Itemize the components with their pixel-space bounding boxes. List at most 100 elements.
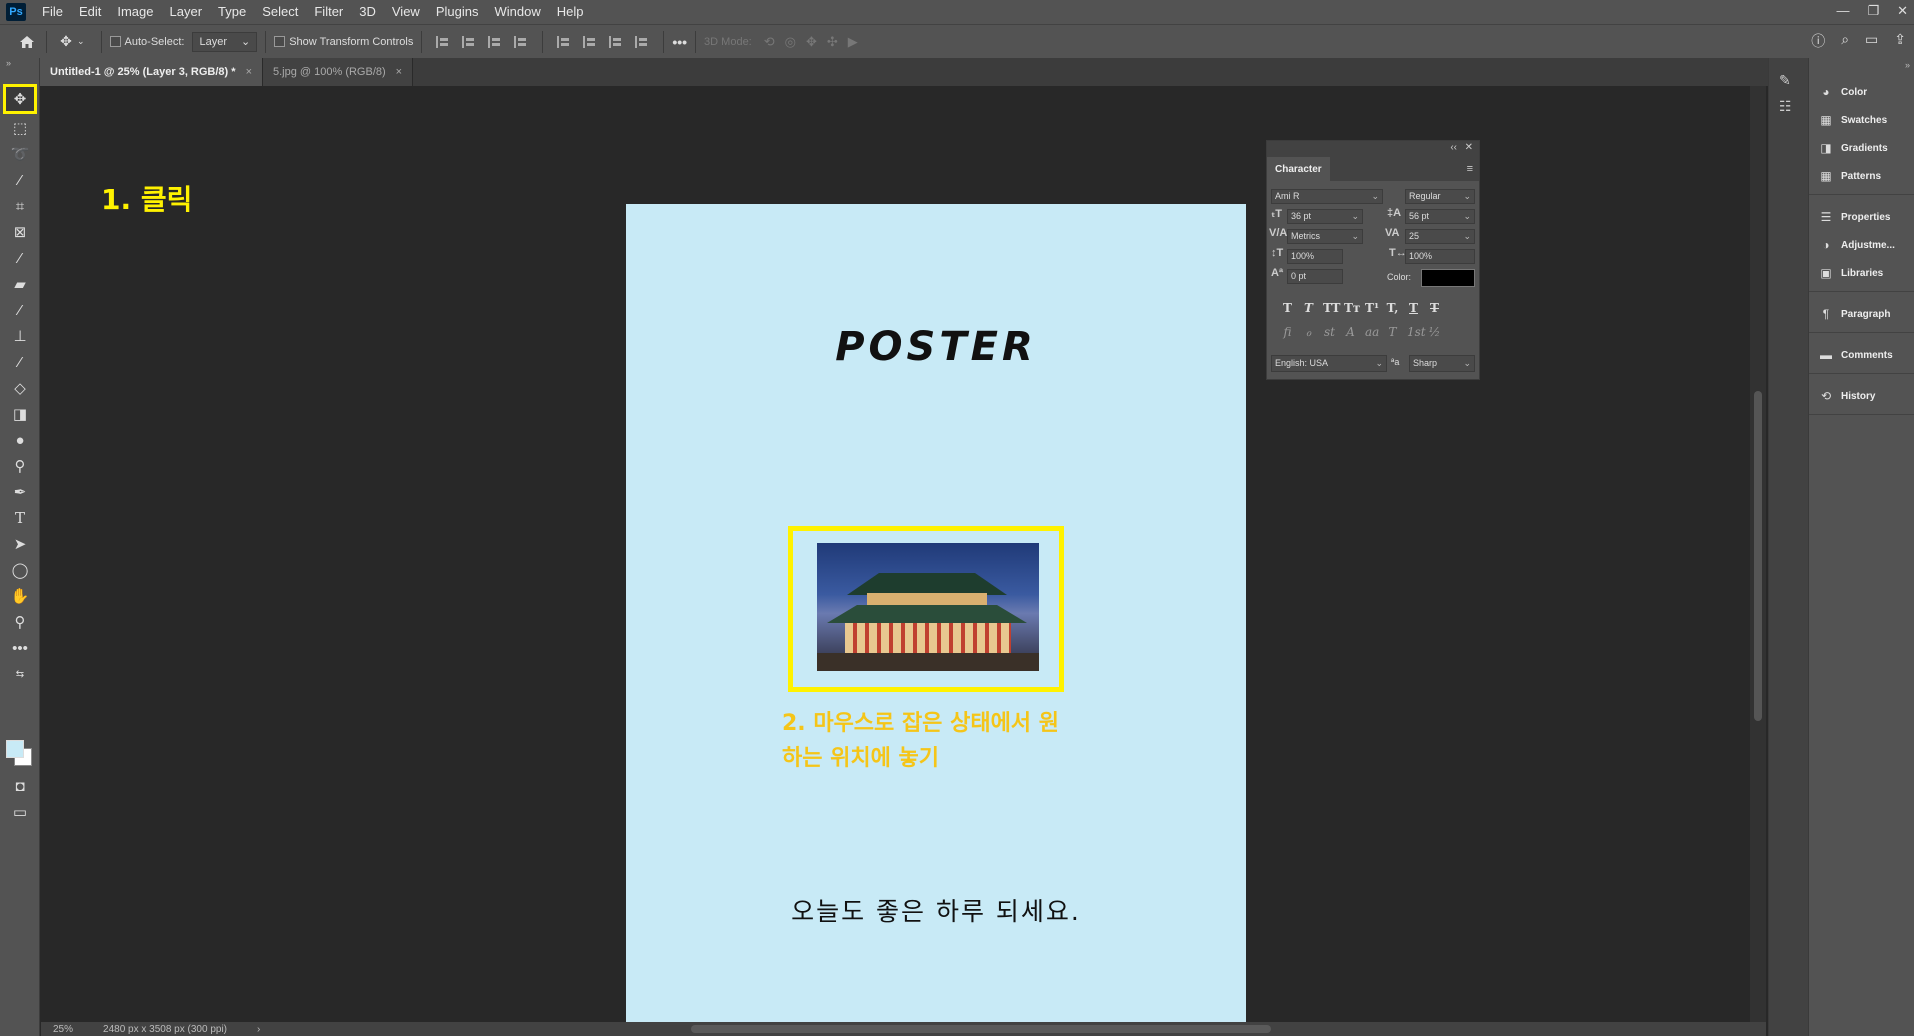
anti-alias-select[interactable]: Sharp ⌄ [1409, 355, 1475, 372]
collapse-dock-icon[interactable]: » [1905, 60, 1910, 70]
kerning-select[interactable]: Metrics ⌄ [1287, 229, 1363, 244]
titling-alternates-button[interactable]: aa [1365, 325, 1379, 339]
faux-bold-button[interactable]: T [1281, 301, 1294, 315]
frame-tool-icon[interactable]: ⊠ [8, 220, 32, 244]
ordinals-button[interactable]: T [1386, 325, 1399, 339]
font-style-select[interactable]: Regular ⌄ [1405, 189, 1475, 204]
document-canvas[interactable]: POSTER 2. 마우스로 잡은 상태에서 원 하는 위치에 놓기 오늘도 좋… [626, 204, 1246, 1036]
vertical-scale-input[interactable]: 100% [1287, 249, 1343, 264]
fractions-button[interactable]: ½ [1428, 325, 1441, 339]
menu-edit[interactable]: Edit [71, 0, 109, 24]
faux-italic-button[interactable]: T [1302, 301, 1315, 315]
strikethrough-button[interactable]: T [1428, 301, 1441, 315]
distribute-vertical-icon[interactable] [635, 35, 649, 48]
subscript-button[interactable]: T, [1386, 301, 1399, 315]
distribute-icon[interactable] [514, 35, 528, 48]
type-tool-icon[interactable]: T [8, 506, 32, 530]
auto-select-dropdown[interactable]: Layer ⌄ [192, 31, 258, 52]
brush-settings-icon[interactable]: ✎ [1779, 72, 1799, 90]
swap-colors-icon[interactable]: ⇆ [8, 662, 32, 686]
auto-select-checkbox[interactable] [109, 36, 121, 47]
menu-view[interactable]: View [384, 0, 428, 24]
small-caps-button[interactable]: Tт [1344, 301, 1360, 315]
eraser-tool-icon[interactable]: ◇ [8, 376, 32, 400]
all-caps-button[interactable]: TT [1323, 301, 1340, 315]
fractions-superscript-button[interactable]: 1st [1407, 325, 1426, 339]
panel-adjustments[interactable]: ◑ Adjustme... [1809, 234, 1914, 256]
panel-patterns[interactable]: ▦ Patterns [1809, 165, 1914, 187]
learn-icon[interactable]: ⓘ [1811, 31, 1825, 51]
menu-select[interactable]: Select [254, 0, 306, 24]
text-color-swatch[interactable] [1421, 269, 1475, 287]
collapse-panel-icon[interactable]: ‹‹ [1450, 142, 1457, 153]
close-icon[interactable]: × [246, 66, 252, 78]
panel-swatches[interactable]: ▦ Swatches [1809, 109, 1914, 131]
font-size-input[interactable]: 36 pt ⌄ [1287, 209, 1363, 224]
align-right-icon[interactable] [488, 35, 502, 48]
panel-color[interactable]: ◕ Color [1809, 81, 1914, 103]
menu-filter[interactable]: Filter [306, 0, 351, 24]
clone-stamp-tool-icon[interactable]: ⊥ [8, 324, 32, 348]
stylistic-alternates-button[interactable]: st [1323, 325, 1336, 339]
ligatures-button[interactable]: fi [1281, 325, 1294, 339]
workspace-icon[interactable]: ▭ [1865, 31, 1878, 51]
menu-type[interactable]: Type [210, 0, 254, 24]
poster-title[interactable]: POSTER [626, 324, 1246, 370]
pen-tool-icon[interactable]: ✒ [8, 480, 32, 504]
eyedropper-tool-icon[interactable]: ⁄ [8, 246, 32, 270]
align-left-icon[interactable] [436, 35, 450, 48]
marquee-tool-icon[interactable]: ⬚ [8, 116, 32, 140]
horizontal-scroll-thumb[interactable] [691, 1025, 1271, 1033]
move-tool-preset-icon[interactable]: ✥ [55, 31, 77, 53]
superscript-button[interactable]: T¹ [1365, 301, 1379, 315]
panel-properties[interactable]: ☰ Properties [1809, 206, 1914, 228]
ellipse-tool-icon[interactable]: ◯ [8, 558, 32, 582]
restore-icon[interactable]: ❐ [1867, 0, 1879, 22]
vertical-scroll-thumb[interactable] [1754, 391, 1762, 721]
swash-button[interactable]: A [1344, 325, 1357, 339]
move-tool-icon[interactable]: ✥ [3, 84, 37, 114]
close-panel-icon[interactable]: ✕ [1465, 142, 1473, 153]
gradient-tool-icon[interactable]: ◨ [8, 402, 32, 426]
align-top-icon[interactable] [557, 35, 571, 48]
panel-history[interactable]: ⟲ History [1809, 385, 1914, 407]
more-options-icon[interactable]: ••• [672, 34, 687, 50]
menu-plugins[interactable]: Plugins [428, 0, 487, 24]
align-bottom-icon[interactable] [609, 35, 623, 48]
menu-file[interactable]: File [34, 0, 71, 24]
more-tools-icon[interactable]: ••• [8, 636, 32, 660]
history-brush-tool-icon[interactable]: ⁄ [8, 350, 32, 374]
menu-help[interactable]: Help [549, 0, 592, 24]
share-icon[interactable]: ⇪ [1894, 31, 1906, 51]
language-select[interactable]: English: USA ⌄ [1271, 355, 1387, 372]
lasso-tool-icon[interactable]: ➰ [8, 142, 32, 166]
brush-tool-icon[interactable]: ⁄ [8, 298, 32, 322]
horizontal-scale-input[interactable]: 100% [1405, 249, 1475, 264]
adjustment-presets-icon[interactable]: ☷ [1779, 98, 1799, 116]
tab-character[interactable]: Character [1267, 157, 1330, 181]
screen-mode-icon[interactable]: ▭ [8, 800, 32, 824]
show-transform-checkbox[interactable] [274, 36, 286, 47]
path-selection-tool-icon[interactable]: ➤ [8, 532, 32, 556]
tab-5-jpg[interactable]: 5.jpg @ 100% (RGB/8) × [263, 58, 414, 86]
palace-photo[interactable] [817, 543, 1039, 671]
quick-mask-icon[interactable]: ◘ [8, 774, 32, 798]
menu-window[interactable]: Window [486, 0, 548, 24]
align-center-icon[interactable] [462, 35, 476, 48]
zoom-tool-icon[interactable]: ⚲ [8, 610, 32, 634]
align-middle-icon[interactable] [583, 35, 597, 48]
panel-gradients[interactable]: ◨ Gradients [1809, 137, 1914, 159]
blur-tool-icon[interactable]: ● [8, 428, 32, 452]
tracking-input[interactable]: 25 ⌄ [1405, 229, 1475, 244]
close-icon[interactable]: ✕ [1897, 0, 1908, 22]
panel-menu-icon[interactable]: ≡ [1467, 163, 1473, 175]
panel-comments[interactable]: ▬ Comments [1809, 344, 1914, 366]
menu-image[interactable]: Image [109, 0, 161, 24]
minimize-icon[interactable]: — [1836, 0, 1849, 22]
leading-input[interactable]: 56 pt ⌄ [1405, 209, 1475, 224]
healing-brush-tool-icon[interactable]: ▰ [8, 272, 32, 296]
font-family-select[interactable]: Ami R ⌄ [1271, 189, 1383, 204]
zoom-level[interactable]: 25% [53, 1024, 73, 1035]
dodge-tool-icon[interactable]: ⚲ [8, 454, 32, 478]
vertical-scrollbar[interactable] [1750, 86, 1766, 1022]
